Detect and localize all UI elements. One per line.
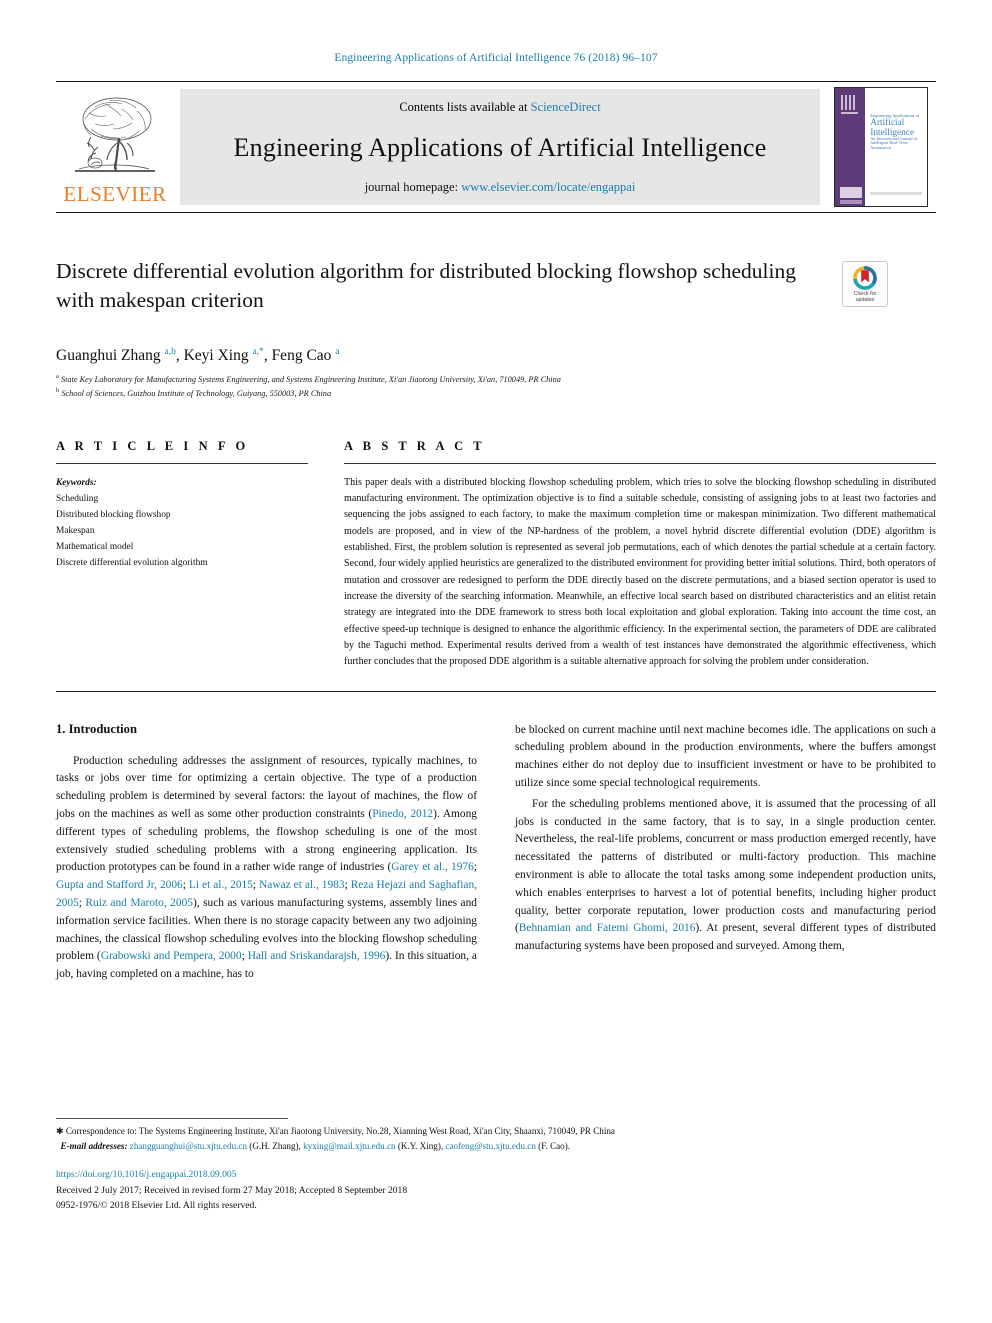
cover-right-panel: Engineering Applications of Artificial I… [865, 88, 927, 206]
publication-history: Received 2 July 2017; Received in revise… [56, 1184, 408, 1196]
cover-ifac-caption [840, 200, 862, 204]
abstract-rule [344, 462, 936, 464]
journal-masthead: ELSEVIER Contents lists available at Sci… [56, 81, 936, 213]
abstract-column: A B S T R A C T This paper deals with a … [344, 439, 936, 671]
keyword-item: Discrete differential evolution algorith… [56, 558, 208, 569]
keywords-list: Keywords: Scheduling Distributed blockin… [56, 475, 308, 572]
email-link-2[interactable]: kyxing@mail.xjtu.edu.cn [303, 1141, 395, 1151]
email-person-2: (K.Y. Xing) [397, 1140, 441, 1151]
keyword-item: Mathematical model [56, 542, 134, 553]
email-person-3: (F. Cao). [538, 1140, 571, 1151]
doi-link[interactable]: https://doi.org/10.1016/j.engappai.2018.… [56, 1167, 936, 1183]
sciencedirect-link[interactable]: ScienceDirect [531, 100, 601, 114]
affiliation-b-text: School of Sciences, Guizhou Institute of… [61, 389, 332, 399]
intro-paragraph-right-1: be blocked on current machine until next… [515, 723, 936, 790]
article-info-heading: A R T I C L E I N F O [56, 438, 249, 453]
copyright-line: 0952-1976/© 2018 Elsevier Ltd. All right… [56, 1200, 257, 1212]
publication-block: https://doi.org/10.1016/j.engappai.2018.… [56, 1167, 936, 1214]
cover-ifac-icon [840, 187, 862, 198]
article-info-column: A R T I C L E I N F O Keywords: Scheduli… [56, 439, 308, 671]
article-info-rule [56, 462, 308, 464]
author-list: Guanghui Zhang a,b, Keyi Xing a,*, Feng … [56, 347, 936, 365]
keywords-heading: Keywords: [56, 477, 97, 488]
abstract-heading: A B S T R A C T [344, 438, 486, 453]
journal-cover-thumbnail: Engineering Applications of Artificial I… [826, 82, 936, 212]
cover-title-text: Engineering Applications of Artificial I… [870, 113, 923, 150]
footnote-marker: ✱ [56, 1126, 64, 1136]
email-link-1[interactable]: zhangguanghui@stu.xjtu.edu.cn [130, 1141, 247, 1151]
elsevier-wordmark: ELSEVIER [63, 182, 167, 206]
contents-prefix: Contents lists available at [399, 100, 531, 114]
elsevier-tree-icon [65, 91, 165, 183]
keyword-item: Distributed blocking flowshop [56, 509, 171, 520]
footnote-rule [56, 1118, 288, 1119]
elsevier-logo: ELSEVIER [56, 82, 174, 212]
journal-homepage-line: journal homepage: www.elsevier.com/locat… [365, 180, 636, 195]
check-for-updates-badge[interactable]: Check for updates [842, 261, 888, 307]
correspondence-note: ✱ Correspondence to: The Systems Enginee… [56, 1124, 936, 1139]
running-head: Engineering Applications of Artificial I… [334, 52, 658, 64]
journal-homepage-link[interactable]: www.elsevier.com/locate/engappai [461, 180, 635, 194]
email-person-1: (G.H. Zhang) [249, 1140, 299, 1151]
email-link-3[interactable]: caofeng@stu.xjtu.edu.cn [445, 1141, 535, 1151]
footnote-area: ✱ Correspondence to: The Systems Enginee… [56, 1118, 936, 1214]
paper-page: Engineering Applications of Artificial I… [0, 0, 992, 1323]
intro-paragraph-right-2: For the scheduling problems mentioned ab… [515, 797, 937, 953]
title-block: Discrete differential evolution algorith… [56, 257, 936, 329]
crossmark-label: Check for updates [854, 291, 877, 304]
body-column-right: be blocked on current machine until next… [515, 722, 936, 987]
cover-line4: An International Journal of Intelligent … [870, 136, 918, 150]
body-column-left: 1. Introduction Production scheduling ad… [56, 722, 477, 987]
email-note: E-mail addresses: zhangguanghui@stu.xjtu… [60, 1140, 571, 1151]
abstract-bottom-rule [56, 690, 936, 692]
crossmark-line2: updates [855, 297, 875, 304]
contents-line: Contents lists available at ScienceDirec… [399, 100, 600, 115]
authors-text: Guanghui Zhang a,b, Keyi Xing a,*, Feng … [56, 347, 340, 365]
crossmark-ring-icon [853, 266, 877, 290]
cover-left-band [835, 88, 866, 206]
intro-paragraph-left: Production scheduling addresses the assi… [56, 754, 477, 981]
abstract-text: This paper deals with a distributed bloc… [344, 476, 936, 668]
info-abstract-region: A R T I C L E I N F O Keywords: Scheduli… [56, 439, 936, 671]
keyword-item: Scheduling [56, 493, 99, 504]
cover-elsevier-icon [841, 95, 858, 114]
keyword-item: Makespan [56, 526, 95, 537]
affiliations: a State Key Laboratory for Manufacturing… [56, 372, 936, 400]
correspondence-label: Correspondence to: [65, 1126, 137, 1136]
email-label: E-mail addresses: [60, 1140, 128, 1151]
affiliation-b: b School of Sciences, Guizhou Institute … [56, 387, 332, 399]
section-heading-introduction: 1. Introduction [56, 721, 137, 736]
page-content: Engineering Applications of Artificial I… [56, 0, 936, 987]
body-columns: 1. Introduction Production scheduling ad… [56, 722, 936, 987]
correspondence-text: The Systems Engineering Institute, Xi'an… [136, 1126, 615, 1136]
journal-band: Contents lists available at ScienceDirec… [180, 89, 820, 205]
homepage-prefix: journal homepage: [364, 180, 462, 194]
affiliation-a: a State Key Laboratory for Manufacturing… [56, 373, 561, 384]
page-title: Discrete differential evolution algorith… [56, 259, 796, 312]
journal-title: Engineering Applications of Artificial I… [233, 132, 767, 162]
cover-footer-rule [870, 192, 922, 195]
affiliation-a-text: State Key Laboratory for Manufacturing S… [60, 374, 561, 384]
cover-image: Engineering Applications of Artificial I… [834, 87, 928, 207]
